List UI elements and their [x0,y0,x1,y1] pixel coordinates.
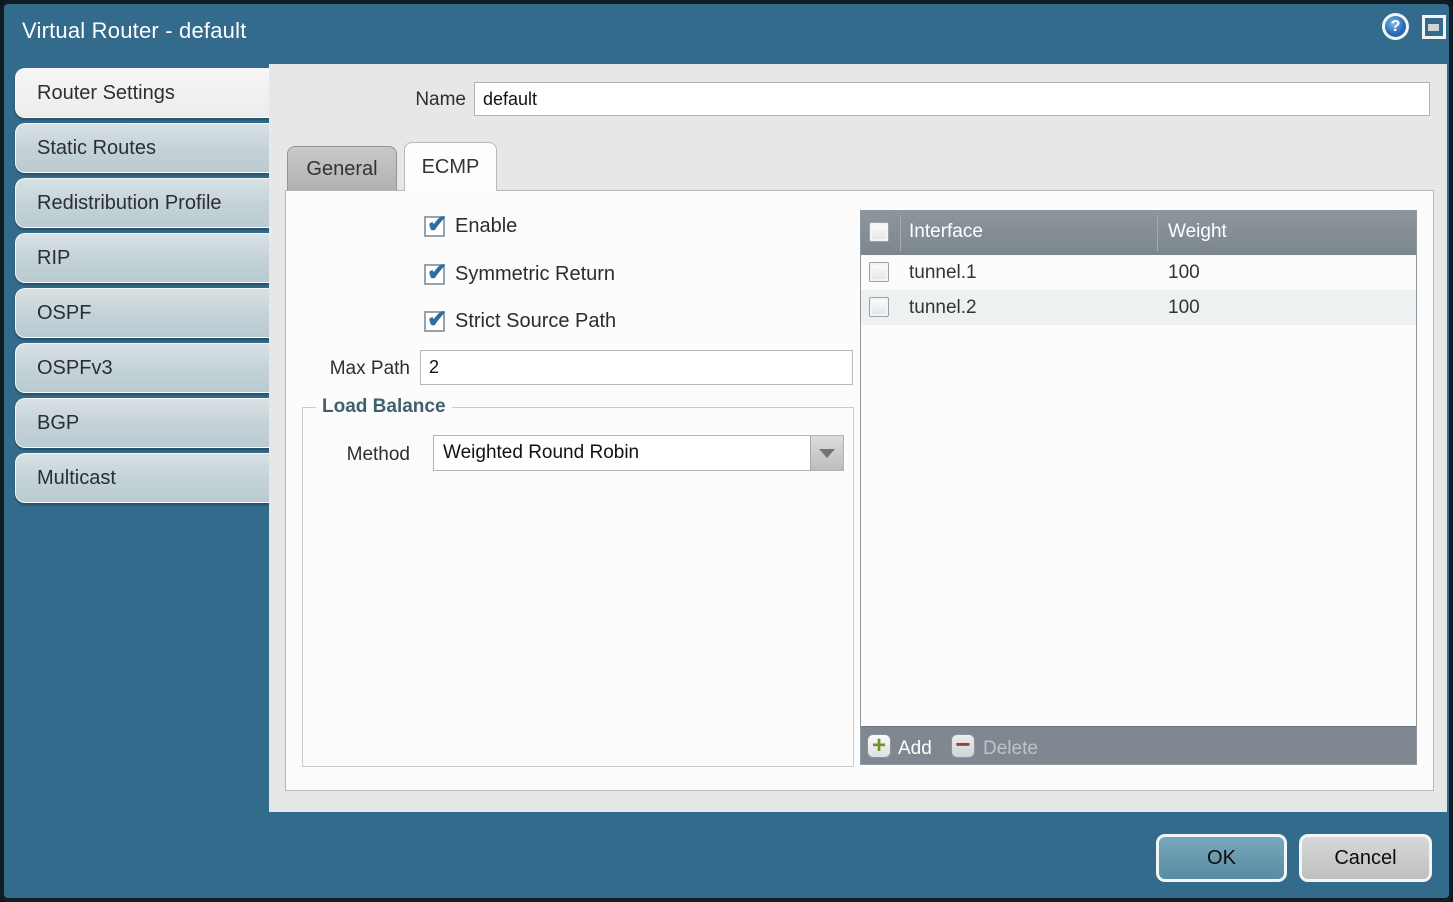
help-icon[interactable]: ? [1382,13,1409,40]
titlebar: Virtual Router - default ? [4,4,1449,61]
main-panel: Name General ECMP ✔ Enable ✔ Symmetric R… [269,64,1447,812]
sidebar-item-static-routes[interactable]: Static Routes [15,123,269,173]
restore-window-icon[interactable] [1422,15,1446,39]
method-selected-value: Weighted Round Robin [443,442,639,464]
column-header-interface: Interface [909,221,983,243]
tab-general[interactable]: General [287,146,397,190]
row-checkbox[interactable] [869,262,889,282]
ok-button[interactable]: OK [1156,834,1287,882]
symmetric-return-label: Symmetric Return [455,263,615,286]
column-header-weight: Weight [1168,221,1227,243]
dropdown-arrow-button[interactable] [810,436,843,470]
checkmark-icon: ✔ [427,210,447,239]
ecmp-interface-table: Interface Weight tunnel.1 100 tunnel.2 1… [860,210,1417,765]
checkmark-icon: ✔ [427,305,447,334]
checkmark-icon: ✔ [427,258,447,287]
tab-ecmp[interactable]: ECMP [404,142,497,191]
cell-interface: tunnel.1 [909,262,977,284]
strict-source-path-label: Strict Source Path [455,310,616,333]
dialog-title: Virtual Router - default [22,18,247,44]
sidebar-item-ospfv3[interactable]: OSPFv3 [15,343,269,393]
delete-icon: − [951,734,975,758]
virtual-router-dialog: Virtual Router - default ? Router Settin… [0,0,1453,902]
load-balance-legend: Load Balance [316,396,452,418]
method-label: Method [286,444,410,466]
row-checkbox[interactable] [869,297,889,317]
delete-button-disabled: Delete [983,738,1038,760]
column-divider [1157,215,1158,251]
restore-window-inner [1428,24,1439,31]
table-footer: + Add − Delete [861,726,1416,764]
enable-label: Enable [455,215,517,238]
enable-checkbox[interactable]: ✔ [424,216,445,237]
cell-interface: tunnel.2 [909,297,977,319]
name-input[interactable] [474,82,1430,116]
add-button[interactable]: Add [898,738,932,760]
sidebar-item-bgp[interactable]: BGP [15,398,269,448]
strict-source-path-checkbox[interactable]: ✔ [424,311,445,332]
sidebar-item-multicast[interactable]: Multicast [15,453,269,503]
select-all-checkbox[interactable] [869,222,889,242]
method-dropdown[interactable]: Weighted Round Robin [433,435,844,471]
cell-weight: 100 [1168,262,1200,284]
table-row[interactable]: tunnel.1 100 [861,255,1416,290]
sidebar-item-router-settings[interactable]: Router Settings [15,68,269,118]
max-path-input[interactable] [420,350,853,385]
table-header: Interface Weight [861,211,1416,255]
cell-weight: 100 [1168,297,1200,319]
name-label: Name [269,89,466,111]
cancel-button[interactable]: Cancel [1299,834,1432,882]
chevron-down-icon [819,449,835,458]
table-row[interactable]: tunnel.2 100 [861,290,1416,325]
sidebar-item-rip[interactable]: RIP [15,233,269,283]
sidebar-item-redistribution-profile[interactable]: Redistribution Profile [15,178,269,228]
sidebar-item-ospf[interactable]: OSPF [15,288,269,338]
symmetric-return-checkbox[interactable]: ✔ [424,264,445,285]
column-divider [900,215,901,251]
max-path-label: Max Path [286,358,410,380]
add-icon[interactable]: + [867,734,891,758]
ecmp-tab-panel: ✔ Enable ✔ Symmetric Return ✔ Strict Sou… [285,190,1434,791]
